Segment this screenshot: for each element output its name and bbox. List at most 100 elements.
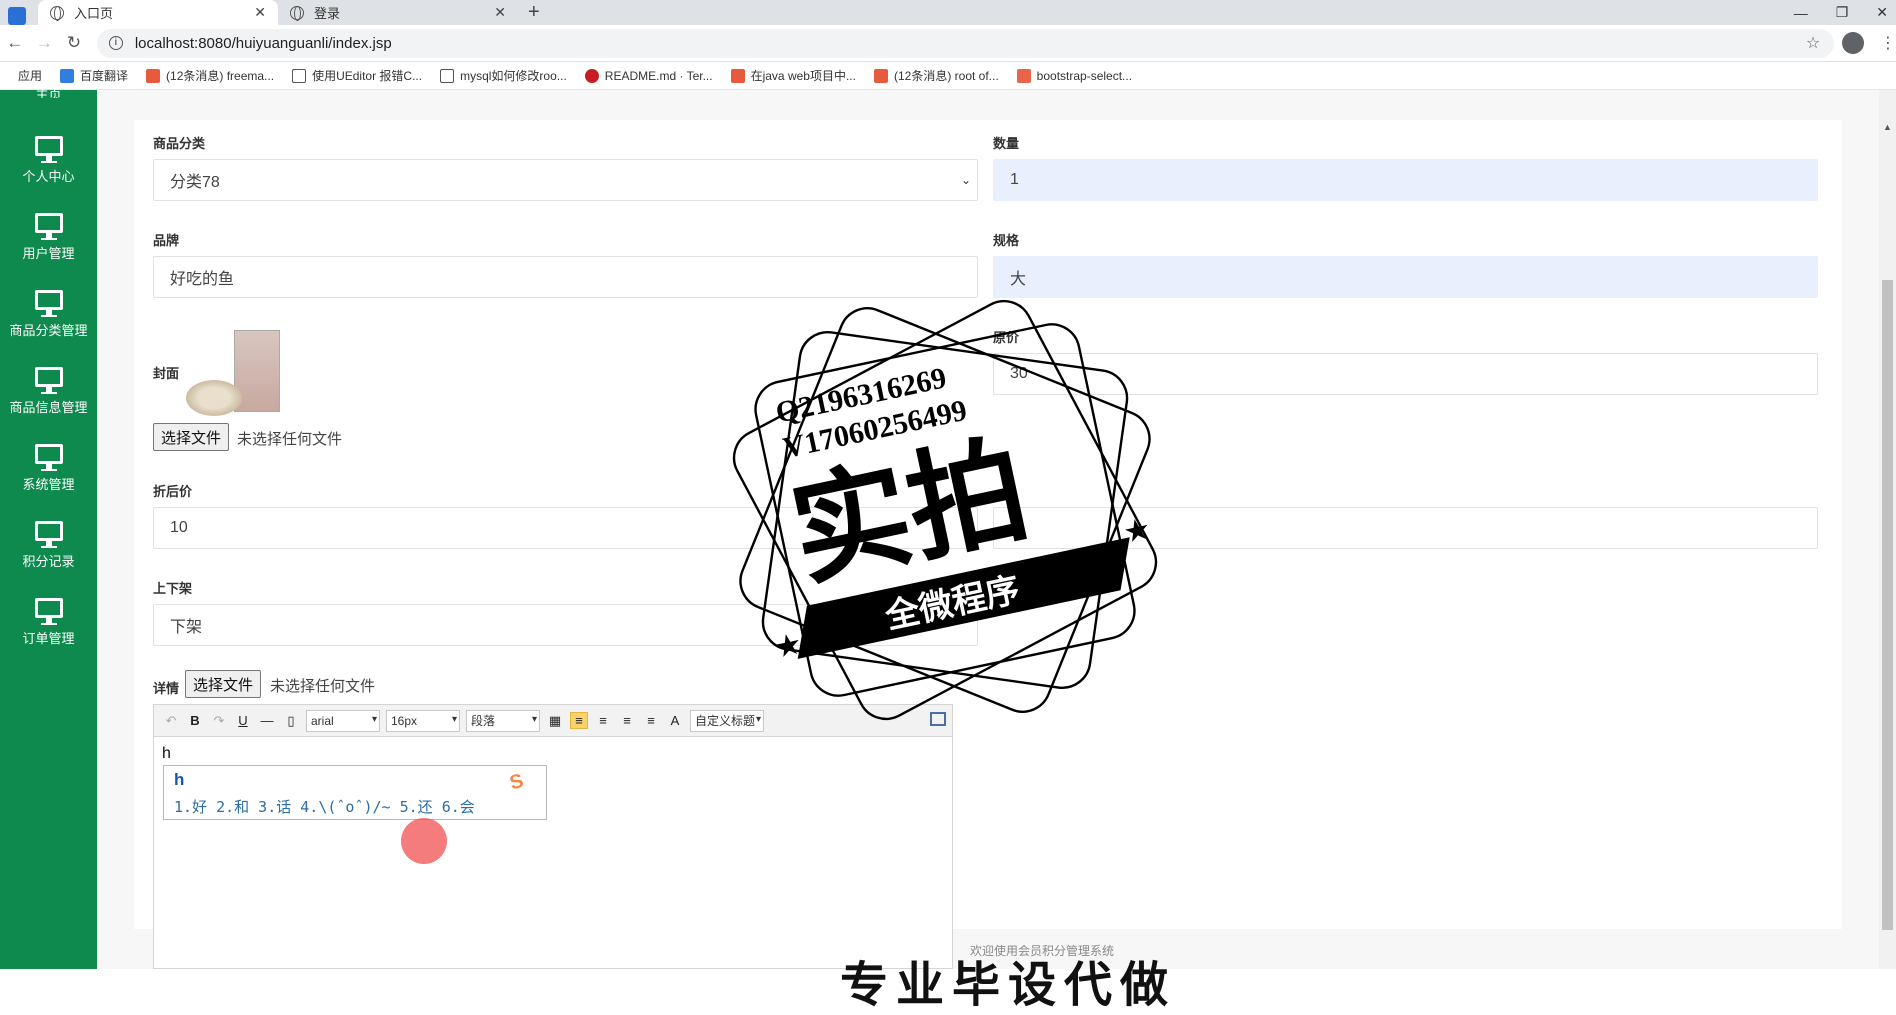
url-input[interactable]: i localhost:8080/huiyuanguanli/index.jsp… bbox=[96, 28, 1835, 58]
restore-icon[interactable]: ❐ bbox=[1836, 4, 1849, 21]
reload-icon[interactable]: ↻ bbox=[59, 33, 89, 53]
align-left-icon[interactable]: ≡ bbox=[570, 712, 588, 729]
window-close-icon[interactable]: ✕ bbox=[1876, 4, 1888, 21]
gitee-icon bbox=[584, 68, 599, 83]
detail-label: 详情 bbox=[153, 681, 180, 696]
bookmark-star-icon[interactable]: ☆ bbox=[1806, 33, 1820, 53]
quantity-input[interactable]: 1 bbox=[993, 159, 1818, 201]
menu-kebab-icon[interactable]: ⋮ bbox=[1880, 33, 1896, 53]
discount-price-label: 折后价 bbox=[153, 484, 193, 499]
bookmark-csdn-1[interactable]: (12条消息) freema... bbox=[146, 67, 274, 84]
window-controls: — ❐ ✕ bbox=[1794, 0, 1896, 25]
page-scrollbar[interactable]: ▲ bbox=[1879, 90, 1896, 969]
quantity-label: 数量 bbox=[993, 136, 1020, 151]
bookmark-bootstrap-select[interactable]: bootstrap-select... bbox=[1016, 68, 1133, 83]
chevron-down-icon: ⌄ bbox=[960, 173, 971, 187]
scroll-up-icon[interactable]: ▲ bbox=[1883, 122, 1892, 132]
cover-file-status: 未选择任何文件 bbox=[237, 431, 343, 448]
sidebar-item-label: 商品分类管理 bbox=[9, 323, 88, 338]
bookmark-label: 在java web项目中... bbox=[750, 69, 856, 83]
bookmark-csdn-2[interactable]: (12条消息) root of... bbox=[873, 67, 999, 84]
sidebar-item-system-management[interactable]: 系统管理 bbox=[0, 430, 97, 507]
sidebar-item-home-partial[interactable]: 主页 bbox=[0, 84, 97, 98]
watermark-stamp: Q2196316269 V17060256499 实拍 全微程序 ★ ★ bbox=[732, 299, 1158, 721]
font-size-select[interactable]: 16px bbox=[386, 709, 460, 732]
new-tab-icon[interactable]: + bbox=[528, 0, 540, 25]
star-icon: ★ bbox=[772, 627, 805, 665]
bookmark-readme[interactable]: README.md · Ter... bbox=[584, 68, 713, 83]
bookmark-java-web[interactable]: 在java web项目中... bbox=[730, 67, 856, 84]
cover-choose-file-button[interactable]: 选择文件 bbox=[153, 423, 230, 451]
bookmark-ueditor[interactable]: 使用UEditor 报错C... bbox=[292, 67, 422, 84]
sidebar-item-label: 积分记录 bbox=[22, 554, 75, 569]
category-value: 分类78 bbox=[170, 174, 220, 191]
editor-body[interactable]: h h 1.好 2.和 3.话 4.\(ˆoˆ)/~ 5.还 6.会 S bbox=[154, 737, 952, 864]
bookmarks-bar: 应用 百度翻译 (12条消息) freema... 使用UEditor 报错C.… bbox=[0, 62, 1896, 90]
info-icon[interactable]: i bbox=[108, 36, 123, 50]
rich-text-editor: ↶ B ↷ U — ▯ arial 16px 段落 ▦ ≡ ≡ ≡ ≡ A 自定… bbox=[153, 704, 953, 969]
ime-candidates[interactable]: 1.好 2.和 3.话 4.\(ˆoˆ)/~ 5.还 6.会 bbox=[174, 796, 475, 817]
undo-icon[interactable]: ↶ bbox=[162, 713, 180, 729]
font-color-icon[interactable]: A bbox=[666, 713, 684, 728]
table-icon[interactable]: ▦ bbox=[546, 713, 564, 729]
sidebar-item-label: 个人中心 bbox=[22, 169, 75, 184]
sidebar-item-label: 系统管理 bbox=[22, 477, 75, 492]
spec-label: 规格 bbox=[993, 233, 1020, 248]
sidebar-item-label: 订单管理 bbox=[22, 631, 75, 646]
redo-icon[interactable]: ↷ bbox=[210, 713, 228, 729]
horizontal-rule-icon[interactable]: — bbox=[258, 713, 276, 728]
bookmark-apps[interactable]: 应用 bbox=[18, 67, 42, 84]
sidebar-item-label: 商品信息管理 bbox=[9, 400, 88, 415]
bookmark-label: 应用 bbox=[18, 69, 43, 83]
detail-file-status: 未选择任何文件 bbox=[270, 678, 376, 695]
brand-value: 好吃的鱼 bbox=[170, 271, 235, 288]
sidebar-item-category-management[interactable]: 商品分类管理 bbox=[0, 276, 97, 353]
monitor-icon bbox=[34, 290, 63, 317]
bookmark-label: bootstrap-select... bbox=[1036, 68, 1133, 83]
align-center-icon[interactable]: ≡ bbox=[618, 713, 636, 728]
sidebar-item-user-management[interactable]: 用户管理 bbox=[0, 199, 97, 276]
bookmark-label: 使用UEditor 报错C... bbox=[312, 69, 423, 83]
sidebar-item-points-record[interactable]: 积分记录 bbox=[0, 507, 97, 584]
tab-login[interactable]: 登录 ✕ bbox=[278, 0, 518, 25]
align-right-icon[interactable]: ≡ bbox=[594, 713, 612, 728]
minimize-icon[interactable]: — bbox=[1794, 5, 1808, 21]
align-justify-icon[interactable]: ≡ bbox=[642, 713, 660, 728]
shelf-value: 下架 bbox=[170, 619, 203, 636]
bookmark-label: README.md · Ter... bbox=[604, 68, 713, 83]
bold-icon[interactable]: B bbox=[186, 713, 204, 728]
monitor-icon bbox=[34, 367, 63, 394]
sidebar-item-order-management[interactable]: 订单管理 bbox=[0, 584, 97, 661]
forward-icon[interactable]: → bbox=[30, 33, 60, 53]
tab-entry-page[interactable]: 入口页 ✕ bbox=[38, 0, 278, 25]
close-icon[interactable]: ✕ bbox=[254, 4, 266, 21]
sidebar-item-personal-center[interactable]: 个人中心 bbox=[0, 122, 97, 199]
sidebar-item-product-management[interactable]: 商品信息管理 bbox=[0, 353, 97, 430]
bookmark-baidu-translate[interactable]: 百度翻译 bbox=[60, 67, 128, 84]
scrollbar-thumb[interactable] bbox=[1882, 280, 1893, 930]
sidebar: 主页 个人中心 用户管理 商品分类管理 商品信息管理 系统管理 积分记录 订单管… bbox=[0, 87, 97, 969]
monitor-icon bbox=[34, 136, 63, 163]
sogou-logo-icon: S bbox=[507, 769, 526, 795]
category-select[interactable]: 分类78 ⌄ bbox=[153, 159, 978, 201]
monitor-icon bbox=[34, 213, 63, 240]
back-icon[interactable]: ← bbox=[0, 33, 30, 53]
page-icon[interactable]: ▯ bbox=[282, 713, 300, 729]
address-bar: ← → ↻ i localhost:8080/huiyuanguanli/ind… bbox=[0, 25, 1896, 62]
globe-icon bbox=[50, 5, 64, 21]
browser-app-icon bbox=[8, 7, 26, 25]
bookmark-mysql[interactable]: mysql如何修改roo... bbox=[440, 67, 567, 84]
close-icon[interactable]: ✕ bbox=[494, 4, 506, 21]
detail-choose-file-button[interactable]: 选择文件 bbox=[185, 670, 262, 698]
underline-icon[interactable]: U bbox=[234, 713, 252, 728]
tab-label: 入口页 bbox=[74, 6, 114, 21]
category-label: 商品分类 bbox=[153, 136, 206, 151]
brand-label: 品牌 bbox=[153, 233, 180, 248]
profile-avatar-icon[interactable] bbox=[1842, 32, 1864, 54]
font-family-select[interactable]: arial bbox=[306, 709, 380, 732]
quantity-value: 1 bbox=[1010, 171, 1019, 188]
site-icon bbox=[440, 68, 455, 83]
cover-label: 封面 bbox=[153, 366, 180, 381]
paragraph-select[interactable]: 段落 bbox=[466, 709, 540, 732]
csdn-icon bbox=[146, 68, 161, 83]
